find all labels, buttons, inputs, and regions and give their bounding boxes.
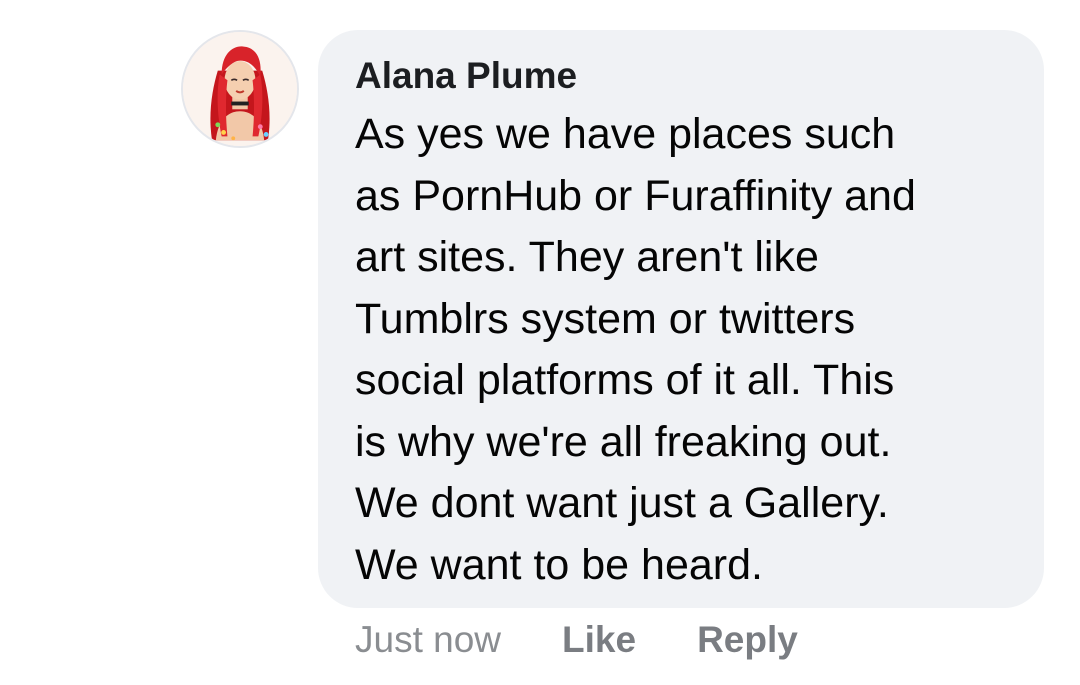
comment-timestamp[interactable]: Just now <box>355 619 501 661</box>
avatar[interactable] <box>181 30 299 148</box>
comment-author-name[interactable]: Alana Plume <box>355 56 1014 96</box>
reply-button[interactable]: Reply <box>697 619 798 661</box>
avatar-illustration-icon <box>183 32 297 146</box>
comment-bubble: Alana Plume As yes we have places such a… <box>318 30 1044 608</box>
like-button[interactable]: Like <box>562 619 636 661</box>
comment-text: As yes we have places such as PornHub or… <box>355 110 916 589</box>
comment-actions: Just now Like Reply <box>355 612 859 668</box>
